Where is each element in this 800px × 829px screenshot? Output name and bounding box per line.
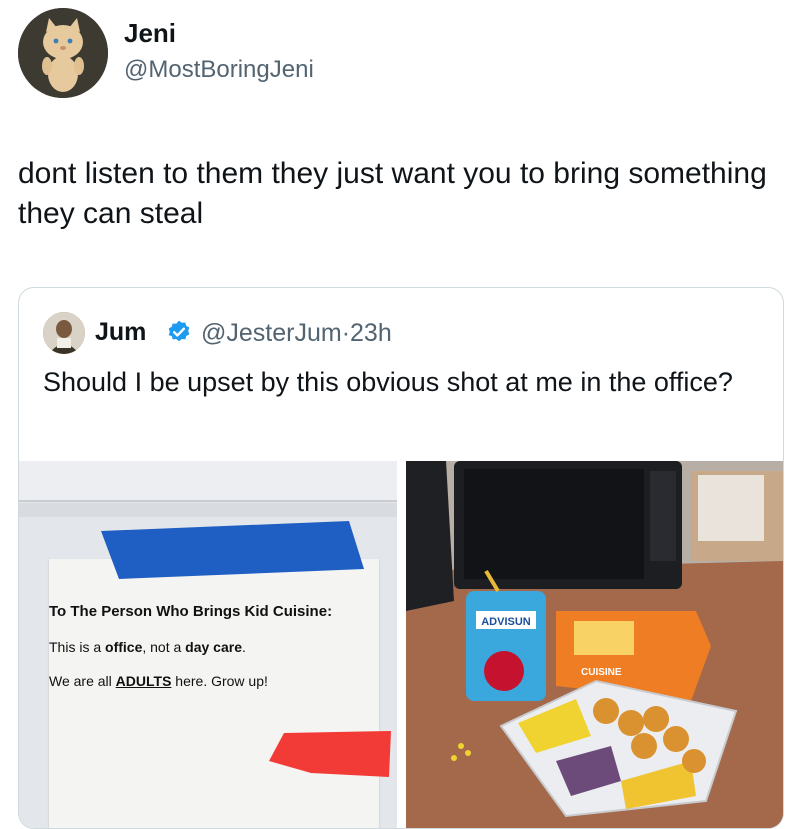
quoted-time[interactable]: 23h [350,319,392,347]
meal-scene: ADVISUN CUISINE [406,461,783,828]
photo-kid-cuisine-meal[interactable]: ADVISUN CUISINE [406,461,783,828]
pouch-label: ADVISUN [481,616,531,628]
box-label: CUISINE [581,667,622,678]
tweet-text: dont listen to them they just want you t… [18,157,767,230]
person-avatar-icon [43,312,85,354]
verified-badge-icon [168,320,190,342]
author-avatar[interactable] [18,8,108,98]
quoted-avatar[interactable] [43,312,85,354]
photo-office-note[interactable]: To The Person Who Brings Kid Cuisine: Th… [19,461,397,828]
author-name[interactable]: Jeni [124,18,176,49]
author-handle[interactable]: @MostBoringJeni [124,56,314,84]
quoted-author-name[interactable]: Jum [95,318,146,347]
quoted-meta[interactable]: @JesterJum·23h [201,319,392,348]
note-line-2: We are all ADULTS here. Grow up! [49,673,268,689]
note-title: To The Person Who Brings Kid Cuisine: [49,603,333,620]
meta-separator: · [341,319,351,347]
cat-figurine-icon [18,8,108,98]
quoted-tweet-card[interactable]: Jum @JesterJum·23h Should I be upset by … [18,287,784,829]
note-line-1: This is a office, not a day care. [49,639,246,655]
quoted-handle[interactable]: @JesterJum [201,319,342,347]
quoted-tweet-text: Should I be upset by this obvious shot a… [43,367,733,397]
